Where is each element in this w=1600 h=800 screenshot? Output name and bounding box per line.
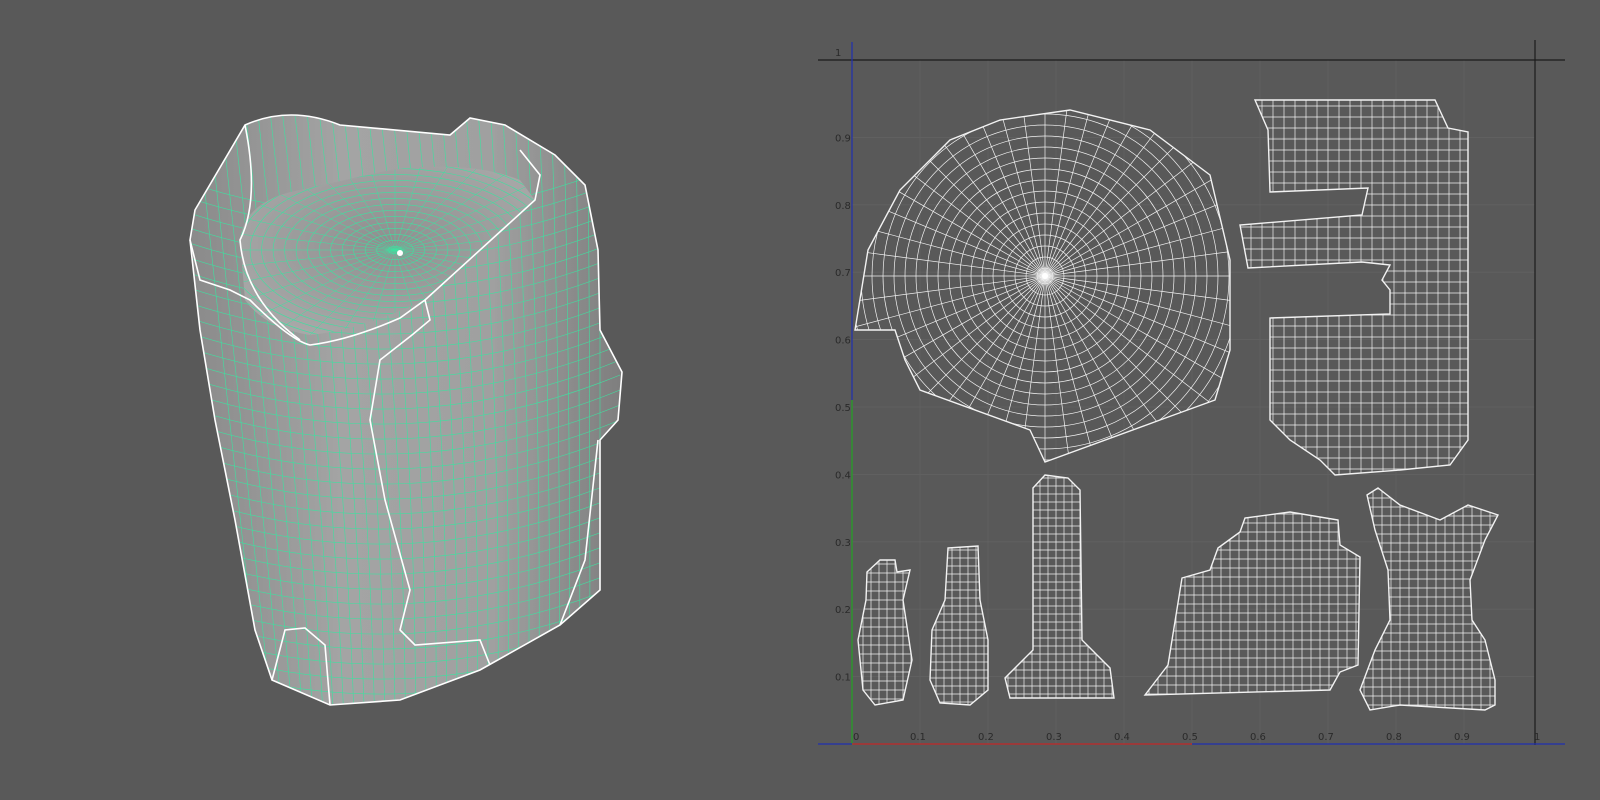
v-axis-label: 1 (835, 48, 841, 59)
u-axis-label: 0.1 (910, 732, 926, 743)
uv-island[interactable] (855, 555, 915, 710)
mesh-object[interactable] (135, 100, 655, 739)
v-axis-label: 0.8 (835, 201, 851, 212)
v-axis-label: 0.3 (835, 538, 851, 549)
u-axis-label: 0.6 (1250, 732, 1266, 743)
uv-island[interactable] (928, 542, 992, 708)
uv-island-disc[interactable] (800, 16, 1305, 536)
u-axis-label: 0.8 (1386, 732, 1402, 743)
3d-viewport[interactable] (0, 0, 800, 800)
uv-island[interactable] (1140, 505, 1365, 700)
v-axis-label: 0.2 (835, 605, 851, 616)
v-axis-label: 0.9 (835, 133, 851, 144)
u-axis-label: 0.2 (978, 732, 994, 743)
v-axis-label: 0.5 (835, 403, 851, 414)
u-axis-label: 0.3 (1046, 732, 1062, 743)
v-axis-label: 0.1 (835, 673, 851, 684)
uv-island[interactable] (1239, 95, 1470, 480)
u-axis-label: 1 (1534, 732, 1540, 743)
uv-frame (818, 40, 1565, 745)
v-axis-label: 0.4 (835, 470, 851, 481)
uv-island[interactable] (1000, 470, 1118, 702)
v-axis-labels: 0.1 0.2 0.3 0.4 0.5 0.6 0.7 0.8 0.9 1 (835, 48, 851, 684)
mesh-pole-vertex (397, 250, 403, 256)
uv-editor[interactable]: 0 0.1 0.2 0.3 0.4 0.5 0.6 0.7 0.8 0.9 1 0.10.20.30… (800, 0, 1600, 800)
u-axis-label: 0 (853, 732, 859, 743)
uv-pole-vertex (1042, 273, 1048, 279)
uv-island[interactable] (1355, 480, 1500, 715)
u-axis-label: 0.5 (1182, 732, 1198, 743)
uv-islands[interactable] (800, 16, 1500, 715)
u-axis-label: 0.9 (1454, 732, 1470, 743)
v-axis-label: 0.7 (835, 268, 851, 279)
u-axis-labels: 0 0.1 0.2 0.3 0.4 0.5 0.6 0.7 0.8 0.9 1 (853, 732, 1540, 743)
u-axis-label: 0.7 (1318, 732, 1334, 743)
u-axis-label: 0.4 (1114, 732, 1130, 743)
v-axis-label: 0.6 (835, 336, 851, 347)
